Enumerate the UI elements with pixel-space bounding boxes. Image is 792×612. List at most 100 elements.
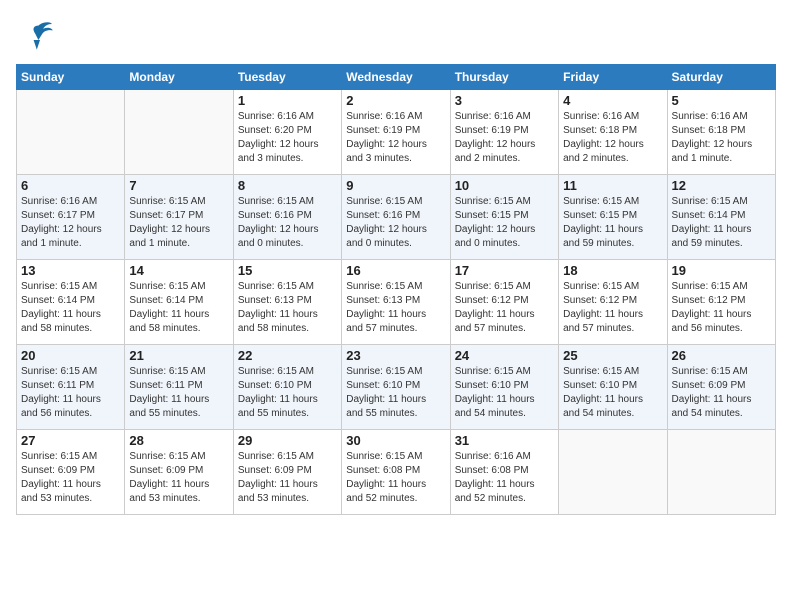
day-info: Sunrise: 6:15 AM Sunset: 6:10 PM Dayligh… bbox=[238, 365, 337, 421]
day-info: Sunrise: 6:15 AM Sunset: 6:09 PM Dayligh… bbox=[672, 365, 771, 421]
calendar-cell: 8 Sunrise: 6:15 AM Sunset: 6:16 PM Daylig… bbox=[233, 175, 341, 260]
calendar-cell: 26 Sunrise: 6:15 AM Sunset: 6:09 PM Dayli… bbox=[667, 345, 775, 430]
day-number: 18 bbox=[563, 263, 662, 278]
calendar-cell: 19 Sunrise: 6:15 AM Sunset: 6:12 PM Dayli… bbox=[667, 260, 775, 345]
day-number: 3 bbox=[455, 93, 554, 108]
day-number: 25 bbox=[563, 348, 662, 363]
day-number: 7 bbox=[129, 178, 228, 193]
calendar-week-row: 27 Sunrise: 6:15 AM Sunset: 6:09 PM Dayli… bbox=[17, 430, 776, 515]
day-info: Sunrise: 6:15 AM Sunset: 6:16 PM Dayligh… bbox=[346, 195, 445, 251]
day-info: Sunrise: 6:16 AM Sunset: 6:08 PM Dayligh… bbox=[455, 450, 554, 506]
day-info: Sunrise: 6:15 AM Sunset: 6:12 PM Dayligh… bbox=[455, 280, 554, 336]
weekday-header-cell: Sunday bbox=[17, 65, 125, 90]
day-number: 17 bbox=[455, 263, 554, 278]
day-number: 19 bbox=[672, 263, 771, 278]
day-info: Sunrise: 6:15 AM Sunset: 6:14 PM Dayligh… bbox=[21, 280, 120, 336]
day-info: Sunrise: 6:15 AM Sunset: 6:14 PM Dayligh… bbox=[129, 280, 228, 336]
day-number: 26 bbox=[672, 348, 771, 363]
day-number: 12 bbox=[672, 178, 771, 193]
weekday-header-cell: Monday bbox=[125, 65, 233, 90]
calendar-cell: 21 Sunrise: 6:15 AM Sunset: 6:11 PM Dayli… bbox=[125, 345, 233, 430]
day-info: Sunrise: 6:15 AM Sunset: 6:11 PM Dayligh… bbox=[129, 365, 228, 421]
day-number: 1 bbox=[238, 93, 337, 108]
calendar-week-row: 20 Sunrise: 6:15 AM Sunset: 6:11 PM Dayli… bbox=[17, 345, 776, 430]
day-info: Sunrise: 6:15 AM Sunset: 6:15 PM Dayligh… bbox=[455, 195, 554, 251]
calendar-cell: 24 Sunrise: 6:15 AM Sunset: 6:10 PM Dayli… bbox=[450, 345, 558, 430]
calendar-cell: 5 Sunrise: 6:16 AM Sunset: 6:18 PM Daylig… bbox=[667, 90, 775, 175]
day-number: 23 bbox=[346, 348, 445, 363]
day-number: 4 bbox=[563, 93, 662, 108]
page-header bbox=[16, 16, 776, 56]
day-number: 11 bbox=[563, 178, 662, 193]
weekday-header-cell: Friday bbox=[559, 65, 667, 90]
day-info: Sunrise: 6:15 AM Sunset: 6:09 PM Dayligh… bbox=[21, 450, 120, 506]
logo-icon bbox=[16, 16, 56, 56]
weekday-header-row: SundayMondayTuesdayWednesdayThursdayFrid… bbox=[17, 65, 776, 90]
calendar-cell: 11 Sunrise: 6:15 AM Sunset: 6:15 PM Dayli… bbox=[559, 175, 667, 260]
day-info: Sunrise: 6:15 AM Sunset: 6:12 PM Dayligh… bbox=[563, 280, 662, 336]
calendar-cell: 17 Sunrise: 6:15 AM Sunset: 6:12 PM Dayli… bbox=[450, 260, 558, 345]
calendar-cell: 16 Sunrise: 6:15 AM Sunset: 6:13 PM Dayli… bbox=[342, 260, 450, 345]
day-info: Sunrise: 6:16 AM Sunset: 6:17 PM Dayligh… bbox=[21, 195, 120, 251]
day-number: 28 bbox=[129, 433, 228, 448]
day-info: Sunrise: 6:15 AM Sunset: 6:16 PM Dayligh… bbox=[238, 195, 337, 251]
day-info: Sunrise: 6:15 AM Sunset: 6:15 PM Dayligh… bbox=[563, 195, 662, 251]
day-info: Sunrise: 6:16 AM Sunset: 6:18 PM Dayligh… bbox=[672, 110, 771, 166]
day-number: 21 bbox=[129, 348, 228, 363]
calendar-cell bbox=[559, 430, 667, 515]
day-info: Sunrise: 6:15 AM Sunset: 6:12 PM Dayligh… bbox=[672, 280, 771, 336]
calendar-table: SundayMondayTuesdayWednesdayThursdayFrid… bbox=[16, 64, 776, 515]
weekday-header-cell: Thursday bbox=[450, 65, 558, 90]
calendar-body: 1 Sunrise: 6:16 AM Sunset: 6:20 PM Daylig… bbox=[17, 90, 776, 515]
day-info: Sunrise: 6:15 AM Sunset: 6:11 PM Dayligh… bbox=[21, 365, 120, 421]
calendar-cell: 1 Sunrise: 6:16 AM Sunset: 6:20 PM Daylig… bbox=[233, 90, 341, 175]
calendar-cell: 28 Sunrise: 6:15 AM Sunset: 6:09 PM Dayli… bbox=[125, 430, 233, 515]
day-number: 13 bbox=[21, 263, 120, 278]
weekday-header-cell: Tuesday bbox=[233, 65, 341, 90]
day-number: 15 bbox=[238, 263, 337, 278]
calendar-cell: 31 Sunrise: 6:16 AM Sunset: 6:08 PM Dayli… bbox=[450, 430, 558, 515]
day-number: 2 bbox=[346, 93, 445, 108]
calendar-cell: 15 Sunrise: 6:15 AM Sunset: 6:13 PM Dayli… bbox=[233, 260, 341, 345]
calendar-cell: 22 Sunrise: 6:15 AM Sunset: 6:10 PM Dayli… bbox=[233, 345, 341, 430]
day-info: Sunrise: 6:16 AM Sunset: 6:18 PM Dayligh… bbox=[563, 110, 662, 166]
day-number: 5 bbox=[672, 93, 771, 108]
day-info: Sunrise: 6:15 AM Sunset: 6:09 PM Dayligh… bbox=[238, 450, 337, 506]
day-number: 20 bbox=[21, 348, 120, 363]
calendar-cell bbox=[667, 430, 775, 515]
calendar-cell: 6 Sunrise: 6:16 AM Sunset: 6:17 PM Daylig… bbox=[17, 175, 125, 260]
calendar-cell bbox=[125, 90, 233, 175]
calendar-cell: 23Sunrise: 6:15 AM Sunset: 6:10 PM Dayli… bbox=[342, 345, 450, 430]
calendar-cell: 12Sunrise: 6:15 AM Sunset: 6:14 PM Dayli… bbox=[667, 175, 775, 260]
calendar-cell: 25Sunrise: 6:15 AM Sunset: 6:10 PM Dayli… bbox=[559, 345, 667, 430]
day-number: 24 bbox=[455, 348, 554, 363]
day-info: Sunrise: 6:15 AM Sunset: 6:13 PM Dayligh… bbox=[238, 280, 337, 336]
day-number: 6 bbox=[21, 178, 120, 193]
calendar-cell: 18 Sunrise: 6:15 AM Sunset: 6:12 PM Dayli… bbox=[559, 260, 667, 345]
calendar-cell: 27 Sunrise: 6:15 AM Sunset: 6:09 PM Dayli… bbox=[17, 430, 125, 515]
weekday-header-cell: Saturday bbox=[667, 65, 775, 90]
calendar-cell: 10Sunrise: 6:15 AM Sunset: 6:15 PM Dayli… bbox=[450, 175, 558, 260]
day-number: 31 bbox=[455, 433, 554, 448]
calendar-cell: 7 Sunrise: 6:15 AM Sunset: 6:17 PM Daylig… bbox=[125, 175, 233, 260]
day-info: Sunrise: 6:16 AM Sunset: 6:20 PM Dayligh… bbox=[238, 110, 337, 166]
day-number: 22 bbox=[238, 348, 337, 363]
day-number: 14 bbox=[129, 263, 228, 278]
calendar-cell bbox=[17, 90, 125, 175]
day-info: Sunrise: 6:15 AM Sunset: 6:09 PM Dayligh… bbox=[129, 450, 228, 506]
day-info: Sunrise: 6:16 AM Sunset: 6:19 PM Dayligh… bbox=[346, 110, 445, 166]
weekday-header-cell: Wednesday bbox=[342, 65, 450, 90]
calendar-cell: 3Sunrise: 6:16 AM Sunset: 6:19 PM Daylig… bbox=[450, 90, 558, 175]
day-number: 8 bbox=[238, 178, 337, 193]
day-info: Sunrise: 6:15 AM Sunset: 6:10 PM Dayligh… bbox=[455, 365, 554, 421]
day-info: Sunrise: 6:15 AM Sunset: 6:08 PM Dayligh… bbox=[346, 450, 445, 506]
calendar-cell: 2 Sunrise: 6:16 AM Sunset: 6:19 PM Daylig… bbox=[342, 90, 450, 175]
day-number: 16 bbox=[346, 263, 445, 278]
calendar-week-row: 6 Sunrise: 6:16 AM Sunset: 6:17 PM Daylig… bbox=[17, 175, 776, 260]
day-number: 9 bbox=[346, 178, 445, 193]
calendar-cell: 14 Sunrise: 6:15 AM Sunset: 6:14 PM Dayli… bbox=[125, 260, 233, 345]
logo bbox=[16, 16, 60, 56]
day-info: Sunrise: 6:15 AM Sunset: 6:17 PM Dayligh… bbox=[129, 195, 228, 251]
day-info: Sunrise: 6:15 AM Sunset: 6:13 PM Dayligh… bbox=[346, 280, 445, 336]
day-number: 27 bbox=[21, 433, 120, 448]
